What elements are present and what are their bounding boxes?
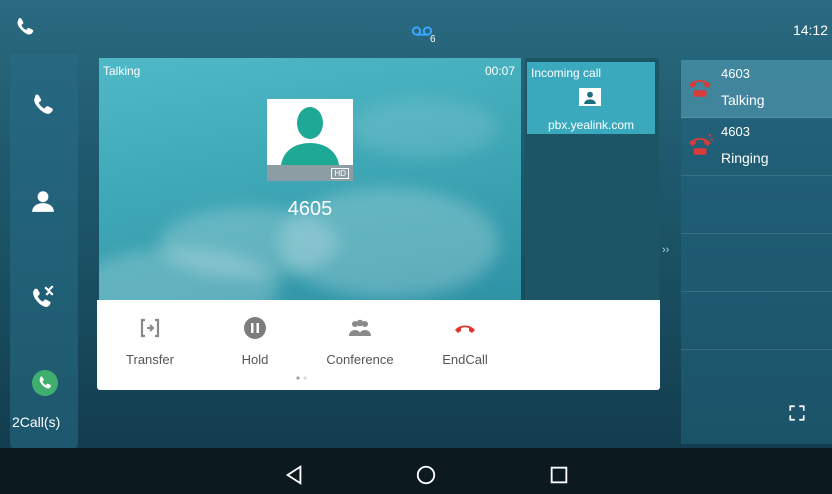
calls-count-label[interactable]: 2Call(s) xyxy=(12,414,60,430)
calls-indicator-icon[interactable] xyxy=(32,370,58,396)
hd-badge: HD xyxy=(331,168,349,179)
contacts-icon[interactable] xyxy=(30,188,56,214)
call-number: 4603 xyxy=(721,124,750,139)
call-list-item[interactable]: 4603 Talking xyxy=(681,60,832,118)
call-active-icon xyxy=(689,79,711,97)
softkey-bar: Transfer Hold Conference EndCall xyxy=(97,300,660,390)
end-call-label: EndCall xyxy=(442,352,488,367)
back-icon[interactable] xyxy=(283,464,305,486)
phone-small-icon xyxy=(39,376,52,389)
call-ringing-icon xyxy=(689,133,713,155)
call-list-item[interactable]: 4603 Ringing xyxy=(681,118,832,176)
person-icon xyxy=(584,91,596,104)
call-list-empty-slot xyxy=(681,292,832,350)
expand-handle-icon[interactable]: ›› xyxy=(662,244,669,256)
incoming-call-label: Incoming call xyxy=(531,66,602,80)
navigation-bar xyxy=(0,448,832,494)
caller-number: 4605 xyxy=(287,198,333,220)
fullscreen-icon[interactable] xyxy=(788,404,806,422)
status-bar: 6 14:12 xyxy=(0,0,832,50)
call-timer: 00:07 xyxy=(484,64,515,78)
call-status-label: Talking xyxy=(103,64,141,78)
background-cloud xyxy=(349,98,499,158)
transfer-label: Transfer xyxy=(126,352,174,367)
end-call-button[interactable]: EndCall xyxy=(420,300,510,380)
incoming-call-panel[interactable]: Incoming call pbx.yealink.com xyxy=(525,58,659,300)
page-indicator xyxy=(296,376,307,380)
transfer-button[interactable]: Transfer xyxy=(105,300,195,380)
call-list-empty-slot xyxy=(681,234,832,292)
call-list: 4603 Talking 4603 Ringing xyxy=(681,56,832,444)
hd-bar: HD xyxy=(267,165,353,181)
phone-status-icon xyxy=(17,18,34,35)
phone-screen: 6 14:12 2Call(s) Talking 00:07 HD 4605 I… xyxy=(0,0,832,494)
end-call-icon xyxy=(455,325,475,333)
call-number: 4603 xyxy=(721,66,750,81)
voicemail-count: 6 xyxy=(430,34,436,45)
incoming-call-card[interactable]: Incoming call pbx.yealink.com xyxy=(527,62,655,134)
sidebar: 2Call(s) xyxy=(10,54,78,448)
call-status: Talking xyxy=(721,92,765,108)
incoming-call-host: pbx.yealink.com xyxy=(547,118,635,132)
incoming-caller-avatar xyxy=(579,88,601,106)
transfer-icon xyxy=(140,318,160,338)
conference-icon xyxy=(349,319,371,336)
clock: 14:12 xyxy=(792,22,828,38)
call-status: Ringing xyxy=(721,150,769,166)
recent-apps-icon[interactable] xyxy=(548,464,570,486)
call-history-icon[interactable] xyxy=(30,284,56,310)
person-silhouette-icon xyxy=(281,107,339,165)
conference-button[interactable]: Conference xyxy=(315,300,405,380)
phone-icon[interactable] xyxy=(30,92,56,118)
hold-icon xyxy=(244,317,266,339)
hold-button[interactable]: Hold xyxy=(210,300,300,380)
home-icon[interactable] xyxy=(415,464,437,486)
conference-label: Conference xyxy=(326,352,394,367)
hold-label: Hold xyxy=(241,352,269,367)
call-list-empty-slot xyxy=(681,176,832,234)
active-call-panel: Talking 00:07 HD 4605 xyxy=(99,58,521,300)
